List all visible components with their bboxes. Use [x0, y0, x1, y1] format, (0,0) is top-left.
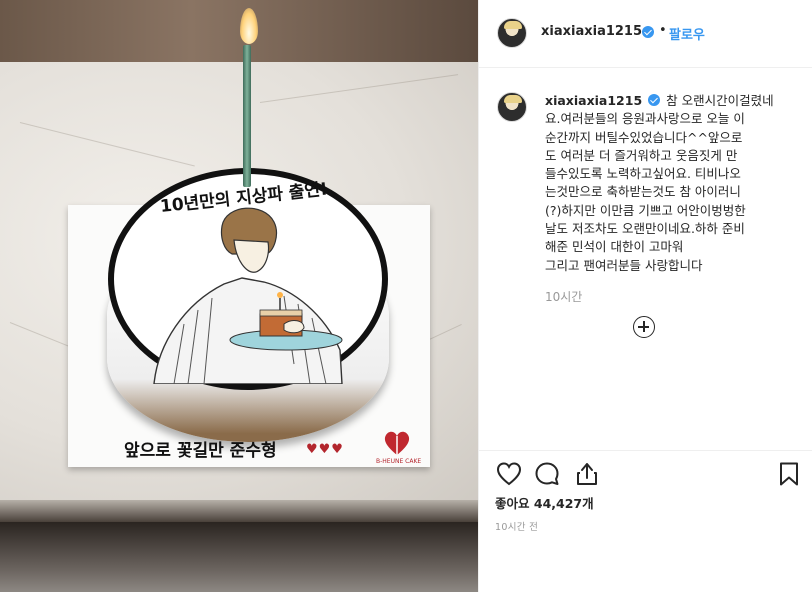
likes-number: 44,427개 [533, 496, 594, 511]
separator-dot: • [659, 23, 667, 38]
post-photo[interactable]: 10년만의 지상파 출연! 앞으로 꽃길만 준수형 ♥♥♥ B-HEUNE CA… [0, 0, 478, 592]
follow-button[interactable]: 팔로우 [669, 24, 705, 43]
action-bar: 좋아요 44,427개 10시간 전 [479, 450, 812, 592]
caption-username[interactable]: xiaxiaxia1215 [545, 93, 642, 108]
post-header: xiaxiaxia1215 • 팔로우 [479, 0, 812, 68]
verified-badge-icon [642, 26, 654, 38]
comment-icon[interactable] [533, 460, 561, 488]
floor [0, 522, 478, 592]
caption: xiaxiaxia1215 참 오랜시간이걸렸네 요.여러분들의 응원과사랑으로… [545, 92, 801, 275]
caption-avatar[interactable] [497, 92, 527, 122]
post-timestamp[interactable]: 10시간 전 [495, 519, 538, 533]
caption-timestamp[interactable]: 10시간 [545, 288, 582, 305]
header-username[interactable]: xiaxiaxia1215 [541, 24, 642, 39]
board-message: 앞으로 꽃길만 준수형 [124, 441, 277, 461]
plus-circle-icon[interactable] [633, 316, 655, 338]
bakery-logo-icon [384, 431, 410, 455]
counter-edge [0, 500, 478, 522]
likes-count[interactable]: 좋아요 44,427개 [495, 493, 594, 512]
heart-icon[interactable] [495, 460, 523, 488]
likes-label: 좋아요 [495, 496, 530, 511]
post-sidebar: xiaxiaxia1215 • 팔로우 xiaxiaxia1215 참 오랜시간… [478, 0, 812, 592]
hearts-decoration: ♥♥♥ [306, 442, 344, 457]
share-icon[interactable] [573, 460, 601, 488]
bookmark-icon[interactable] [775, 460, 803, 488]
verified-badge-icon [648, 94, 661, 106]
avatar[interactable] [497, 18, 527, 48]
bakery-logo-text: B-HEUNE CAKE [376, 458, 422, 465]
candle [243, 45, 251, 187]
caption-text: 참 오랜시간이걸렸네 요.여러분들의 응원과사랑으로 오늘 이 순간까지 버틸수… [545, 93, 774, 273]
